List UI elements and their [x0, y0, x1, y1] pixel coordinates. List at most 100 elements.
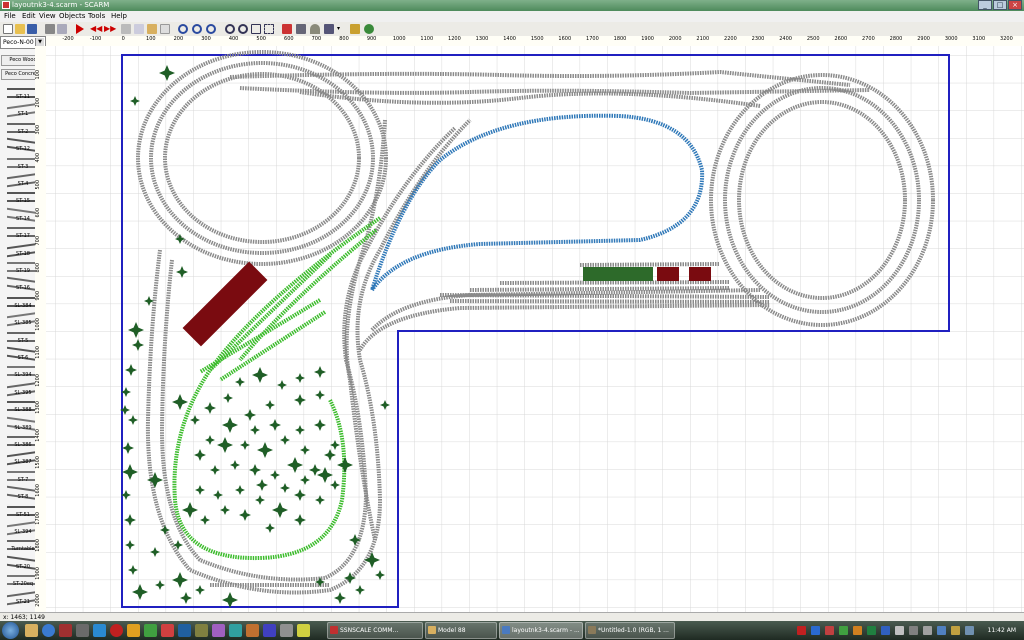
- app-icon-2[interactable]: [93, 624, 106, 637]
- open-icon[interactable]: [15, 24, 25, 34]
- tray-icon-2[interactable]: [811, 626, 820, 635]
- tray-icon-7[interactable]: [881, 626, 890, 635]
- settings-icon[interactable]: [364, 24, 374, 34]
- task-ssnscale[interactable]: SSNSCALE COMM...: [327, 622, 423, 639]
- ruler-tick: 1900: [641, 36, 654, 42]
- app-icon-9[interactable]: [212, 624, 225, 637]
- ruler-tick: 2200: [724, 36, 737, 42]
- track-plan[interactable]: [46, 46, 1024, 612]
- task-gimp[interactable]: *Untitled-1.0 (RGB, 1 ...: [585, 622, 675, 639]
- menu-objects[interactable]: Objects: [59, 11, 85, 22]
- zoom-in-icon[interactable]: [225, 24, 235, 34]
- ruler-tick: 500: [256, 36, 266, 42]
- ruler-tick: 2700: [862, 36, 875, 42]
- tray-icon-8[interactable]: [895, 626, 904, 635]
- train-icon[interactable]: [350, 24, 360, 34]
- cut-icon[interactable]: [121, 24, 131, 34]
- tray-icon-1[interactable]: [797, 626, 806, 635]
- ruler-tick: 1700: [35, 511, 41, 525]
- redo-all-icon[interactable]: [206, 24, 216, 34]
- delete-icon[interactable]: [160, 24, 170, 34]
- app-icon-11[interactable]: [246, 624, 259, 637]
- task-scarm[interactable]: layoutnk3-4.scarm - ...: [499, 622, 583, 639]
- tray-icon-9[interactable]: [937, 626, 946, 635]
- ruler-tick: 600: [284, 36, 294, 42]
- tray-icon-4[interactable]: [839, 626, 848, 635]
- menu-file[interactable]: File: [4, 11, 16, 22]
- print-preview-icon[interactable]: [57, 24, 67, 34]
- rewind-icon[interactable]: ◀◀: [90, 24, 102, 34]
- ruler-tick: 1600: [558, 36, 572, 42]
- explorer-icon[interactable]: [25, 624, 38, 637]
- ruler-tick: 100: [35, 70, 41, 80]
- paste-icon[interactable]: [147, 24, 157, 34]
- app-icon-7[interactable]: [178, 624, 191, 637]
- dropdown-icon[interactable]: ▾: [337, 24, 343, 34]
- undo-icon[interactable]: [178, 24, 188, 34]
- menu-edit[interactable]: Edit: [22, 11, 36, 22]
- ruler-tick: 1200: [448, 36, 461, 42]
- status-bar: x: 1463; 1149: [0, 612, 1024, 621]
- ruler-tick: 1000: [392, 36, 406, 42]
- cursor-coordinates: x: 1463; 1149: [3, 614, 45, 621]
- window-title: layoutnk3-4.scarm - SCARM: [12, 1, 110, 9]
- ruler-tick: 1800: [613, 36, 627, 42]
- ruler-tick: 1400: [35, 428, 41, 442]
- play-icon[interactable]: [76, 24, 84, 34]
- ie-icon[interactable]: [42, 624, 55, 637]
- save-icon[interactable]: [27, 24, 37, 34]
- flex-track-icon[interactable]: [296, 24, 306, 34]
- ruler-tick: 0: [121, 36, 125, 42]
- app-icon-12[interactable]: [263, 624, 276, 637]
- start-button[interactable]: [2, 622, 19, 639]
- tray-icon-3[interactable]: [825, 626, 834, 635]
- app-icon-1[interactable]: [76, 624, 89, 637]
- app-icon-10[interactable]: [229, 624, 242, 637]
- redo-icon[interactable]: [192, 24, 202, 34]
- app-icon-6[interactable]: [161, 624, 174, 637]
- layout-canvas[interactable]: [46, 46, 1024, 612]
- track-icon[interactable]: [282, 24, 292, 34]
- ruler-tick: 200: [35, 97, 41, 108]
- task-model[interactable]: Model 88: [425, 622, 497, 639]
- ruler-tick: 2800: [889, 36, 903, 42]
- app-icon-14[interactable]: [297, 624, 310, 637]
- building-shed-red-2[interactable]: [689, 267, 711, 281]
- app-icon-13[interactable]: [280, 624, 293, 637]
- tray-icon-5[interactable]: [853, 626, 862, 635]
- app-icon-3[interactable]: [110, 624, 123, 637]
- volume-icon[interactable]: [923, 626, 932, 635]
- tray-icon-11[interactable]: [965, 626, 974, 635]
- menu-help[interactable]: Help: [111, 11, 127, 22]
- ruler-tick: 1500: [530, 36, 544, 42]
- zoom-fit-icon[interactable]: [251, 24, 261, 34]
- tray-icon-10[interactable]: [951, 626, 960, 635]
- tunnel-icon[interactable]: [310, 24, 320, 34]
- ruler-tick: 1300: [35, 401, 41, 414]
- app-icon-8[interactable]: [195, 624, 208, 637]
- app-icon-5[interactable]: [144, 624, 157, 637]
- ruler-tick: 1500: [35, 456, 41, 470]
- 3d-view-icon[interactable]: [324, 24, 334, 34]
- close-button[interactable]: ×: [1008, 0, 1022, 10]
- network-icon[interactable]: [909, 626, 918, 635]
- app-icon-4[interactable]: [127, 624, 140, 637]
- print-icon[interactable]: [45, 24, 55, 34]
- tray-icon-6[interactable]: [867, 626, 876, 635]
- minimize-button[interactable]: _: [978, 0, 992, 10]
- ruler-tick: 900: [35, 290, 41, 301]
- menu-tools[interactable]: Tools: [88, 11, 105, 22]
- maximize-button[interactable]: □: [993, 0, 1007, 10]
- ruler-tick: -100: [89, 36, 102, 42]
- ruler-tick: 900: [366, 36, 377, 42]
- media-icon[interactable]: [59, 624, 72, 637]
- zoom-out-icon[interactable]: [238, 24, 248, 34]
- zoom-window-icon[interactable]: [264, 24, 274, 34]
- title-bar: layoutnk3-4.scarm - SCARM _ □ ×: [0, 0, 1024, 11]
- building-shed-green[interactable]: [583, 267, 653, 281]
- building-shed-red-1[interactable]: [657, 267, 679, 281]
- copy-icon[interactable]: [134, 24, 144, 34]
- forward-icon[interactable]: ▶▶: [104, 24, 116, 34]
- menu-view[interactable]: View: [39, 11, 56, 22]
- new-icon[interactable]: [3, 24, 13, 34]
